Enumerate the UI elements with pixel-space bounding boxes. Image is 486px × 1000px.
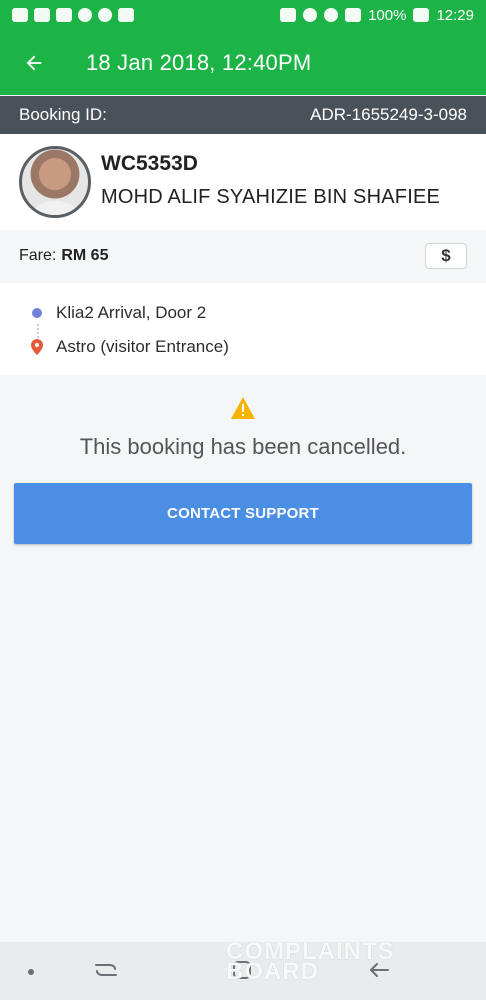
excel-icon xyxy=(56,8,72,22)
route-connector xyxy=(37,324,39,338)
wifi-icon xyxy=(118,8,134,22)
message-icon xyxy=(12,8,28,22)
booking-id-label: Booking ID: xyxy=(19,105,107,124)
fare-value: RM 65 xyxy=(61,247,109,264)
notification-icons xyxy=(12,8,134,22)
driver-info: WC5353D MOHD ALIF SYAHIZIE BIN SHAFIEE xyxy=(101,152,441,209)
outlook-icon xyxy=(34,8,50,22)
dropoff-text: Astro (visitor Entrance) xyxy=(56,337,229,356)
location-icon xyxy=(303,8,318,22)
driver-card: WC5353D MOHD ALIF SYAHIZIE BIN SHAFIEE xyxy=(0,134,486,230)
sync-icon xyxy=(98,8,112,22)
fare-row: Fare: RM 65 $ xyxy=(0,230,486,282)
android-nav-bar: COMPLAINTS BOARD xyxy=(0,940,486,1000)
app-header: 18 Jan 2018, 12:40PM xyxy=(0,30,486,95)
back-button[interactable] xyxy=(20,49,48,77)
driver-avatar xyxy=(19,146,91,218)
clock-text: 12:29 xyxy=(436,6,474,24)
status-bar: 100% 12:29 xyxy=(0,0,486,30)
dropoff-location: Astro (visitor Entrance) xyxy=(31,337,229,357)
pickup-location: Klia2 Arrival, Door 2 xyxy=(32,303,206,323)
battery-text: 100% xyxy=(368,6,407,24)
driver-name: MOHD ALIF SYAHIZIE BIN SHAFIEE xyxy=(101,185,441,208)
whatsapp-icon xyxy=(78,8,92,22)
booking-id-bar: Booking ID: ADR-1655249-3-098 xyxy=(0,96,486,134)
battery-icon xyxy=(413,8,430,22)
route-card: Klia2 Arrival, Door 2 Astro (visitor Ent… xyxy=(0,283,486,375)
signal-icon xyxy=(345,8,362,22)
nav-dot-icon[interactable] xyxy=(28,969,34,975)
contact-support-button[interactable]: CONTACT SUPPORT xyxy=(14,483,472,544)
fare-details-button[interactable]: $ xyxy=(425,243,467,269)
fare-label: Fare: xyxy=(19,247,57,264)
arrow-left-icon xyxy=(26,55,42,70)
system-status: 100% 12:29 xyxy=(280,7,474,24)
page-title: 18 Jan 2018, 12:40PM xyxy=(86,49,312,75)
cancellation-panel: This booking has been cancelled. CONTACT… xyxy=(0,376,486,942)
watermark: COMPLAINTS BOARD xyxy=(226,940,451,985)
warning-icon xyxy=(230,396,256,420)
booking-id-value: ADR-1655249-3-098 xyxy=(310,105,467,124)
location-pin-icon xyxy=(31,339,43,355)
recent-apps-icon[interactable] xyxy=(92,956,120,984)
back-nav-icon[interactable] xyxy=(364,956,392,984)
alarm-icon xyxy=(324,8,339,22)
pickup-text: Klia2 Arrival, Door 2 xyxy=(56,303,207,322)
dollar-icon: $ xyxy=(441,246,451,265)
pickup-dot-icon xyxy=(32,308,42,318)
vehicle-plate: WC5353D xyxy=(101,151,198,175)
cancellation-message: This booking has been cancelled. xyxy=(79,434,407,459)
watermark-line-2: BOARD xyxy=(226,958,319,985)
lock-icon xyxy=(280,8,297,22)
